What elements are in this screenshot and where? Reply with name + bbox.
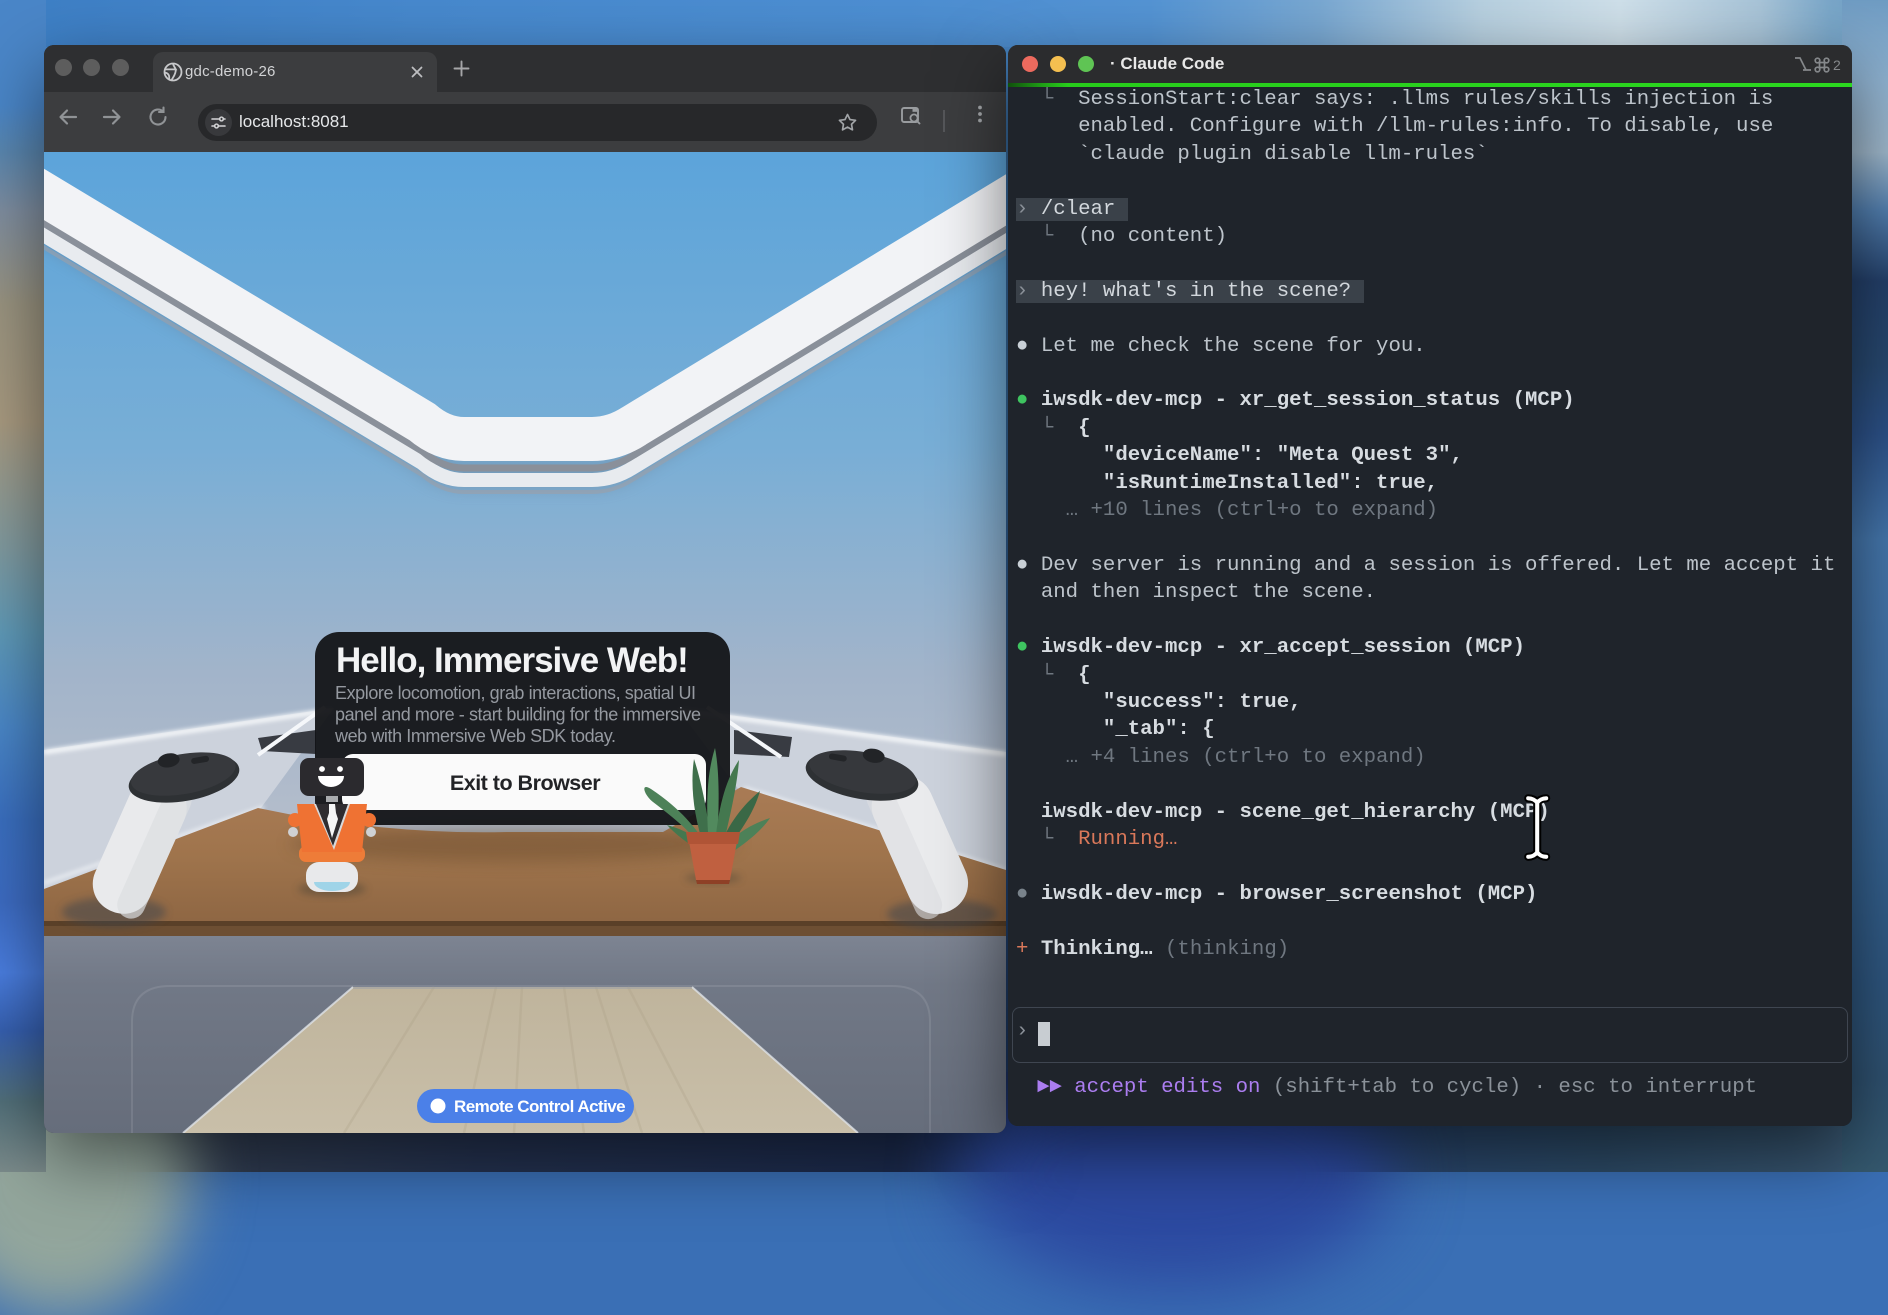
svg-text:Remote Control Active: Remote Control Active — [454, 1097, 625, 1116]
svg-text:2: 2 — [1833, 57, 1841, 73]
svg-text:Hello, Immersive Web!: Hello, Immersive Web! — [336, 641, 688, 680]
svg-text:Exit to Browser: Exit to Browser — [450, 771, 601, 795]
